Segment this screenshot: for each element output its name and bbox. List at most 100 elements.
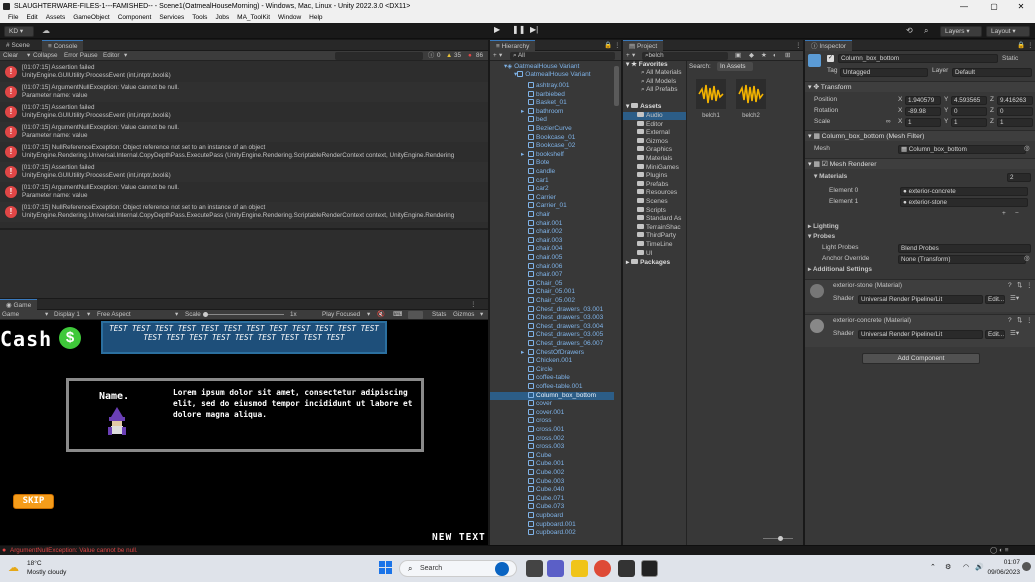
hierarchy-item[interactable]: chair.002: [490, 228, 614, 237]
mesh-field[interactable]: ▦ Column_box_bottom: [898, 145, 1026, 154]
hierarchy-item[interactable]: Chest_drawers_03.004: [490, 322, 614, 332]
object-picker-icon[interactable]: ◎: [1024, 254, 1030, 264]
hierarchy-item[interactable]: Chair_05.002: [490, 297, 614, 306]
audio-clip-thumbnail[interactable]: [696, 79, 726, 109]
hierarchy-item[interactable]: bed: [490, 116, 614, 125]
hierarchy-item[interactable]: Bookcase_02: [490, 142, 614, 151]
fav-item[interactable]: ⌕ All Materials: [641, 69, 682, 78]
tab-project[interactable]: ▤ Project: [623, 40, 664, 51]
hierarchy-search-input[interactable]: ⌕ All: [510, 52, 615, 60]
console-entry[interactable]: ! [01:07:15] NullReferenceException: Obje…: [0, 202, 488, 222]
start-button[interactable]: [379, 561, 393, 575]
menu-file[interactable]: File: [4, 13, 22, 23]
game-mode-dropdown[interactable]: Game: [2, 310, 19, 320]
hierarchy-item[interactable]: car2: [490, 185, 614, 194]
console-entry[interactable]: ! [01:07:15] Assertion failed UnityEngine.…: [0, 102, 488, 122]
hierarchy-item[interactable]: chair.005: [490, 254, 614, 263]
hierarchy-item[interactable]: cupboard: [490, 512, 614, 521]
asset-folder[interactable]: TerrainShac: [637, 223, 681, 233]
clock-date[interactable]: 09/06/2023: [985, 569, 1020, 576]
account-dropdown[interactable]: KD ▾: [4, 26, 34, 37]
light-probes-dropdown[interactable]: Blend Probes: [898, 244, 1031, 253]
project-search-input[interactable]: ⌕belch: [642, 52, 728, 60]
gizmos-arrow-icon[interactable]: ▾: [480, 310, 483, 320]
hierarchy-item[interactable]: Circle: [490, 365, 614, 375]
file-explorer-icon[interactable]: [571, 560, 588, 577]
add-element-button[interactable]: +: [1002, 209, 1006, 219]
aspect-dropdown[interactable]: Free Aspect: [97, 310, 131, 320]
wifi-icon[interactable]: ◠: [963, 563, 969, 571]
packages-header[interactable]: ▸ Packages: [626, 259, 670, 268]
hierarchy-item[interactable]: Chicken.001: [490, 357, 614, 366]
menu-window[interactable]: Window: [274, 13, 305, 23]
additional-settings-foldout[interactable]: ▸ Additional Settings: [808, 265, 872, 275]
menu-services[interactable]: Services: [155, 13, 188, 23]
hierarchy-item[interactable]: Cube: [490, 451, 614, 461]
asset-folder[interactable]: External: [637, 129, 670, 138]
hierarchy-item[interactable]: cover: [490, 400, 614, 409]
clear-button[interactable]: Clear: [3, 51, 18, 61]
warning-icon[interactable]: ▲: [446, 51, 452, 61]
probes-foldout[interactable]: ▾ Probes: [808, 232, 835, 242]
layer-dropdown[interactable]: Default: [952, 68, 1032, 77]
hierarchy-item[interactable]: chair.006: [490, 262, 614, 272]
asset-folder[interactable]: ThirdParty: [637, 232, 676, 241]
asset-folder[interactable]: Editor: [637, 120, 663, 130]
anchor-override-field[interactable]: None (Transform): [898, 255, 1026, 264]
rotation-z-input[interactable]: 0: [997, 107, 1033, 116]
asset-folder[interactable]: UI: [637, 249, 653, 259]
hierarchy-item[interactable]: barbiebed: [490, 90, 614, 100]
clear-dropdown-icon[interactable]: ▾: [27, 51, 30, 61]
asset-folder[interactable]: Prefabs: [637, 180, 668, 190]
task-view-icon[interactable]: [526, 560, 543, 577]
hierarchy-item[interactable]: Column_box_bottom: [490, 391, 614, 401]
hierarchy-item[interactable]: cross.001: [490, 426, 614, 435]
hierarchy-item[interactable]: cross.003: [490, 443, 614, 452]
hierarchy-item[interactable]: Carrier: [490, 193, 614, 203]
shader-menu-icon[interactable]: ☰▾: [1010, 294, 1019, 304]
aspect-arrow-icon[interactable]: ▾: [175, 310, 178, 320]
menu-jobs[interactable]: Jobs: [211, 13, 233, 23]
menu-component[interactable]: Component: [114, 13, 156, 23]
hierarchy-item[interactable]: chair.003: [490, 236, 614, 246]
hierarchy-item[interactable]: coffee-table.001: [490, 383, 614, 392]
rotation-y-input[interactable]: 0: [951, 107, 987, 116]
save-search-icon[interactable]: ★: [761, 51, 767, 61]
asset-folder[interactable]: TimeLine: [637, 241, 673, 250]
unity-hub-icon[interactable]: [618, 560, 635, 577]
hierarchy-item[interactable]: chair: [490, 211, 614, 220]
create-arrow-icon[interactable]: ▾: [632, 51, 635, 61]
console-entry[interactable]: ! [01:07:15] ArgumentNullException: Value…: [0, 182, 488, 202]
in-assets-toggle[interactable]: In Assets: [717, 62, 753, 71]
hierarchy-item[interactable]: Chair_05: [490, 279, 614, 289]
console-entry[interactable]: ! [01:07:15] Assertion failed UnityEngine.…: [0, 162, 488, 182]
edit-shader-button[interactable]: Edit...: [985, 295, 1005, 304]
menu-matoolkit[interactable]: MA_ToolKit: [233, 13, 274, 23]
console-entry[interactable]: ! [01:07:15] ArgumentNullException: Value…: [0, 122, 488, 142]
hierarchy-item[interactable]: chair.001: [490, 219, 614, 229]
preset-icon[interactable]: ⇅: [1017, 316, 1022, 326]
layers-dropdown[interactable]: Layers ▾: [940, 26, 982, 37]
rotation-x-input[interactable]: -89.98: [905, 107, 941, 116]
filter-type-icon[interactable]: ▣: [735, 51, 741, 61]
hierarchy-item[interactable]: cupboard.002: [490, 529, 614, 538]
shader-dropdown[interactable]: Universal Render Pipeline/Lit: [858, 295, 983, 304]
hierarchy-item[interactable]: BezierCurve: [490, 125, 614, 134]
asset-folder[interactable]: Audio: [637, 112, 663, 121]
audio-clip-thumbnail[interactable]: [736, 79, 766, 109]
object-picker-icon[interactable]: ◎: [1024, 144, 1030, 154]
context-menu-icon[interactable]: ⋮: [1026, 281, 1033, 291]
play-focused-dropdown[interactable]: Play Focused: [322, 310, 360, 320]
position-z-input[interactable]: 9.416263: [997, 96, 1033, 105]
hierarchy-item[interactable]: coffee-table: [490, 374, 614, 383]
hierarchy-item[interactable]: candle: [490, 168, 614, 177]
weather-icon[interactable]: ☁: [8, 561, 19, 574]
asset-folder[interactable]: MiniGames: [637, 163, 679, 173]
hierarchy-item[interactable]: ashtray.001: [490, 82, 614, 91]
position-y-input[interactable]: 4.593565: [951, 96, 987, 105]
notification-icon[interactable]: [1022, 562, 1031, 571]
preset-icon[interactable]: ⇅: [1017, 281, 1022, 291]
shortcut-icon[interactable]: ⌨: [393, 310, 402, 320]
cloud-icon[interactable]: ☁: [42, 26, 52, 36]
expand-icon[interactable]: ▸: [521, 151, 524, 160]
